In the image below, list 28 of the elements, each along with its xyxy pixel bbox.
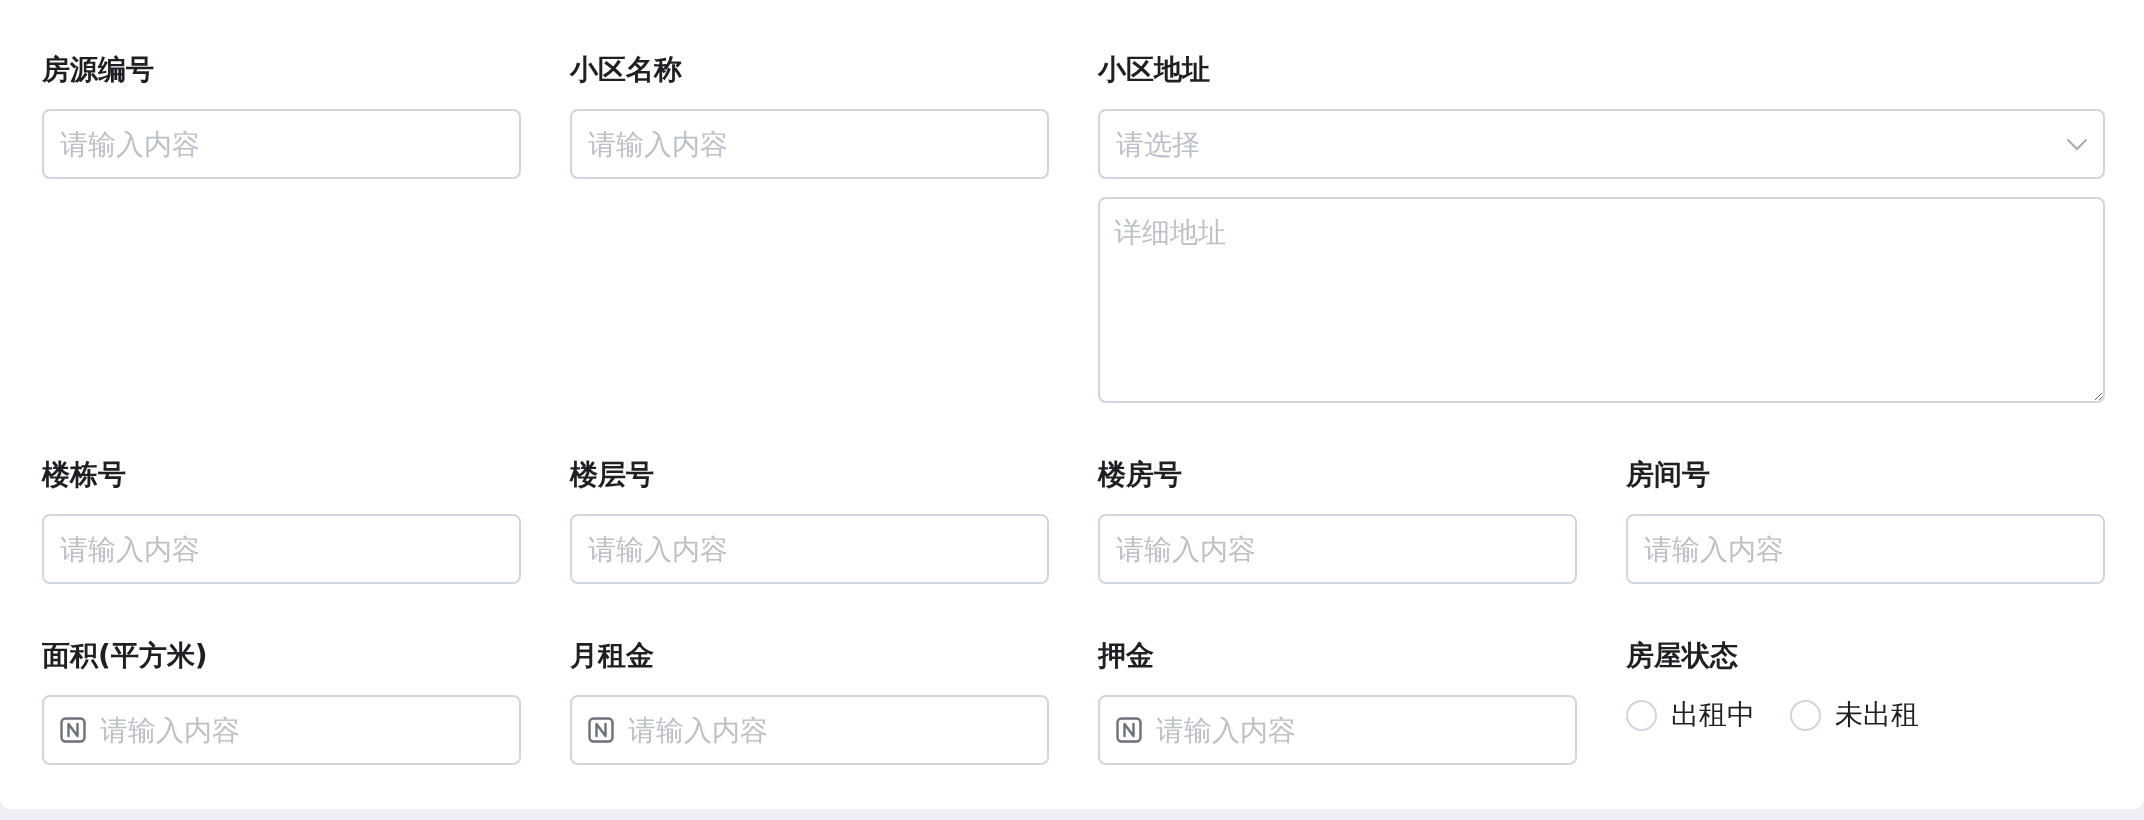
field-label: 房间号 xyxy=(1626,457,1710,493)
text-input-field[interactable]: 请输入内容 xyxy=(42,514,521,584)
field-label: 面积(平方米) xyxy=(42,638,208,674)
number-input-field[interactable]: 请输入内容 xyxy=(570,695,1049,765)
field-label: 楼层号 xyxy=(570,457,654,493)
text-input-field[interactable]: 请输入内容 xyxy=(1098,514,1577,584)
field-label: 小区地址 xyxy=(1098,52,1210,88)
text-input-field[interactable]: 请输入内容 xyxy=(570,109,1049,179)
field-label: 房屋状态 xyxy=(1626,638,1738,674)
letter-n-icon xyxy=(588,717,614,743)
letter-n-icon xyxy=(1116,717,1142,743)
text-input-field[interactable]: 请输入内容 xyxy=(42,109,521,179)
number-input-field[interactable]: 请输入内容 xyxy=(1098,695,1577,765)
text-input-field[interactable]: 请输入内容 xyxy=(570,514,1049,584)
field-label: 小区名称 xyxy=(570,52,682,88)
field-label: 楼房号 xyxy=(1098,457,1182,493)
field-label: 押金 xyxy=(1098,638,1154,674)
textarea-field[interactable]: 详细地址 xyxy=(1098,197,2105,403)
number-input-field[interactable]: 请输入内容 xyxy=(42,695,521,765)
radio-option[interactable]: 未出租 xyxy=(1790,695,1919,735)
letter-n-icon xyxy=(60,717,86,743)
radio-option[interactable]: 出租中 xyxy=(1626,695,1755,735)
field-label: 月租金 xyxy=(570,638,654,674)
field-label: 楼栋号 xyxy=(42,457,126,493)
chevron-down-icon xyxy=(2066,138,2088,151)
text-input-field[interactable]: 请输入内容 xyxy=(1626,514,2105,584)
field-label: 房源编号 xyxy=(42,52,154,88)
select-field[interactable]: 请选择 xyxy=(1098,109,2105,179)
